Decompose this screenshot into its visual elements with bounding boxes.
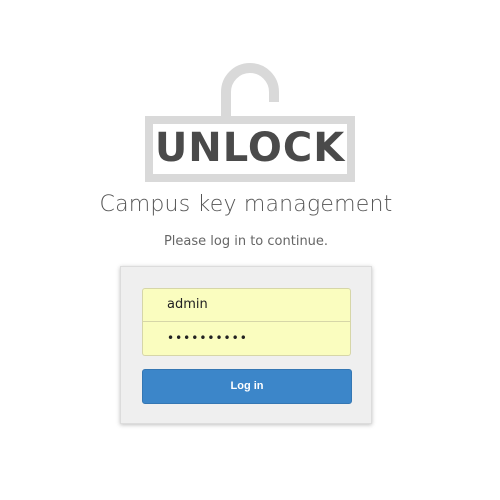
- username-field[interactable]: admin: [142, 288, 351, 322]
- login-page: UNLOCK Campus key management Please log …: [0, 0, 500, 500]
- login-instructions: Please log in to continue.: [163, 234, 329, 249]
- logo-text: UNLOCK: [154, 125, 346, 171]
- app-title: Campus key management: [99, 192, 393, 217]
- login-panel: admin •••••••••• Log in: [120, 266, 372, 424]
- login-button[interactable]: Log in: [142, 369, 352, 404]
- password-field[interactable]: ••••••••••: [142, 322, 351, 356]
